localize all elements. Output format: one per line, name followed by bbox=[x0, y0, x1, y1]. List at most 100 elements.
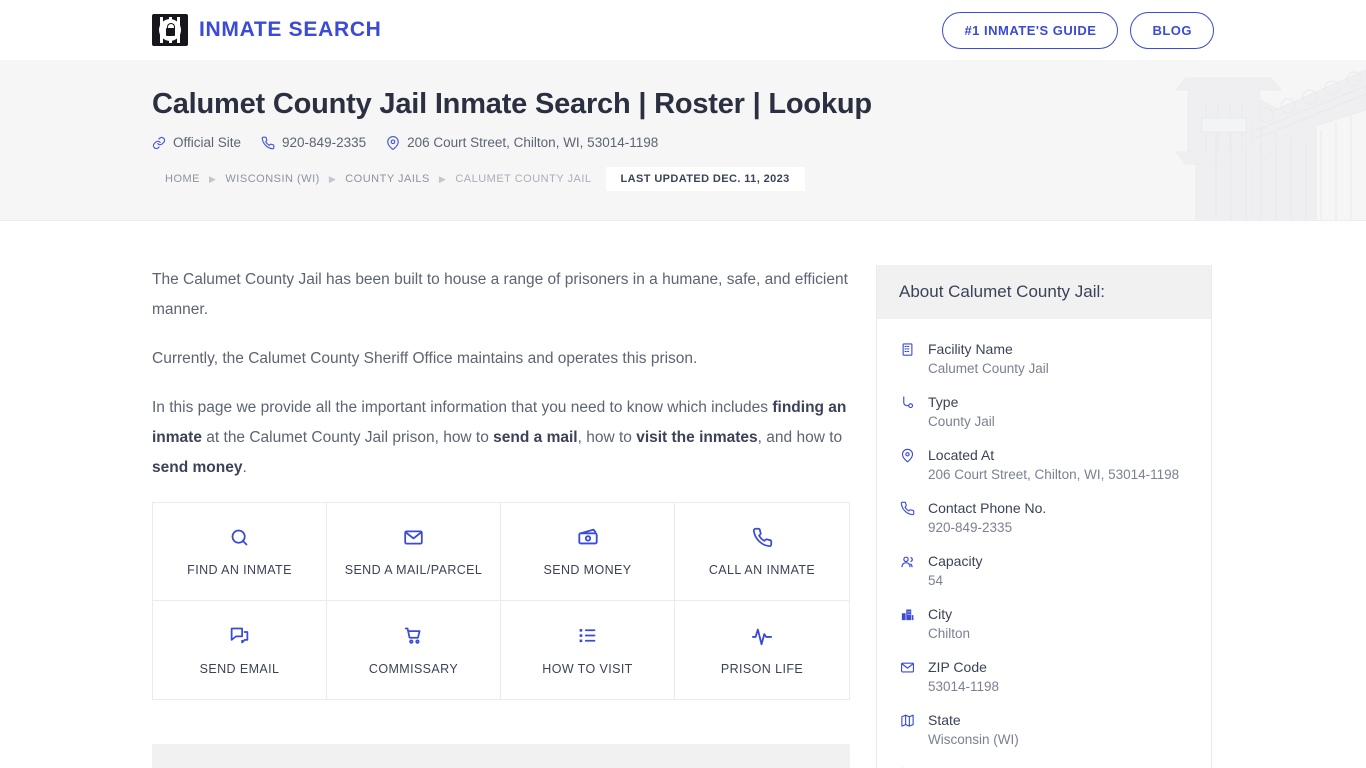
info-item-city: City Chilton bbox=[899, 598, 1189, 651]
tile-label: HOW TO VISIT bbox=[542, 661, 633, 676]
tile-label: SEND EMAIL bbox=[199, 661, 280, 676]
info-label: Contact Phone No. bbox=[928, 500, 1047, 516]
tile-find-an-inmate[interactable]: FIND AN INMATE bbox=[153, 503, 327, 601]
para3-part1: In this page we provide all the importan… bbox=[152, 399, 773, 416]
info-label: Located At bbox=[928, 447, 995, 463]
node-type-icon bbox=[899, 395, 916, 432]
info-item-contact-phone: Contact Phone No. 920-849-2335 bbox=[899, 492, 1189, 545]
para3-bold-visit-inmates: visit the inmates bbox=[636, 429, 758, 446]
breadcrumb: HOME ▶ WISCONSIN (WI) ▶ COUNTY JAILS ▶ C… bbox=[152, 167, 805, 192]
address-text: 206 Court Street, Chilton, WI, 53014-119… bbox=[407, 135, 659, 151]
tile-send-a-mail-parcel[interactable]: SEND A MAIL/PARCEL bbox=[327, 503, 501, 601]
chevron-right-icon: ▶ bbox=[438, 173, 447, 184]
info-label: State bbox=[928, 712, 961, 728]
brand-name: INMATE SEARCH bbox=[199, 18, 382, 41]
phone-icon bbox=[261, 136, 275, 150]
hero-meta-row: Official Site 920-849-2335 206 Court Str… bbox=[152, 135, 1214, 150]
info-value: 53014-1198 bbox=[928, 679, 1000, 694]
top-navbar: INMATE SEARCH #1 INMATE'S GUIDE BLOG bbox=[0, 0, 1366, 60]
breadcrumb-item-current: CALUMET COUNTY JAIL bbox=[455, 173, 592, 186]
tile-label: SEND MONEY bbox=[543, 563, 632, 577]
shopping-cart-icon bbox=[403, 625, 424, 647]
banknote-icon bbox=[577, 526, 599, 548]
list-icon bbox=[577, 625, 598, 647]
official-site-link[interactable]: Official Site bbox=[152, 135, 241, 150]
info-item-county: County bbox=[899, 757, 1189, 768]
address-item: 206 Court Street, Chilton, WI, 53014-119… bbox=[386, 135, 658, 150]
info-value: 54 bbox=[928, 573, 944, 588]
tile-how-to-visit[interactable]: HOW TO VISIT bbox=[501, 601, 675, 699]
article-content: The Calumet County Jail has been built t… bbox=[152, 265, 850, 768]
page-title: Calumet County Jail Inmate Search | Rost… bbox=[152, 88, 872, 120]
phone-number: 920-849-2335 bbox=[282, 135, 367, 151]
tile-send-email[interactable]: SEND EMAIL bbox=[153, 601, 327, 699]
people-icon bbox=[899, 554, 916, 591]
info-value: 206 Court Street, Chilton, WI, 53014-119… bbox=[928, 467, 1180, 482]
official-site-label: Official Site bbox=[173, 135, 242, 151]
tile-label: COMMISSARY bbox=[368, 661, 459, 676]
info-item-type: Type County Jail bbox=[899, 386, 1189, 439]
info-item-located-at: Located At 206 Court Street, Chilton, WI… bbox=[899, 439, 1189, 492]
tile-label: SEND A MAIL/PARCEL bbox=[344, 563, 483, 577]
info-value: 920-849-2335 bbox=[928, 520, 1013, 535]
para3-bold-send-money: send money bbox=[152, 459, 243, 476]
envelope-icon bbox=[899, 660, 916, 697]
tile-label: PRISON LIFE bbox=[720, 661, 804, 676]
city-icon bbox=[899, 607, 916, 644]
info-item-capacity: Capacity 54 bbox=[899, 545, 1189, 598]
phone-icon bbox=[899, 501, 916, 538]
breadcrumb-item-county-jails[interactable]: COUNTY JAILS bbox=[345, 173, 430, 185]
map-pin-icon bbox=[899, 448, 916, 485]
info-item-zip-code: ZIP Code 53014-1198 bbox=[899, 651, 1189, 704]
brand-logo[interactable]: INMATE SEARCH bbox=[152, 14, 382, 46]
tile-label: CALL AN INMATE bbox=[708, 563, 816, 577]
tile-commissary[interactable]: COMMISSARY bbox=[327, 601, 501, 699]
building-icon bbox=[899, 342, 916, 379]
about-facility-card: About Calumet County Jail: Facility Name… bbox=[876, 265, 1212, 768]
tile-call-an-inmate[interactable]: CALL AN INMATE bbox=[675, 503, 849, 601]
info-value: Wisconsin (WI) bbox=[928, 732, 1019, 747]
link-icon bbox=[152, 136, 166, 149]
info-label: Capacity bbox=[928, 553, 983, 569]
breadcrumb-item-home[interactable]: HOME bbox=[165, 173, 200, 185]
breadcrumb-item-state[interactable]: WISCONSIN (WI) bbox=[225, 173, 319, 185]
envelope-icon bbox=[403, 526, 424, 548]
last-updated-badge: LAST UPDATED DEC. 11, 2023 bbox=[605, 167, 805, 192]
info-label: ZIP Code bbox=[928, 659, 987, 675]
about-card-title: About Calumet County Jail: bbox=[877, 265, 1211, 319]
main-layout: The Calumet County Jail has been built t… bbox=[0, 221, 1366, 768]
para3-bold-send-mail: send a mail bbox=[493, 429, 578, 446]
search-icon bbox=[229, 526, 250, 548]
info-label: Facility Name bbox=[928, 341, 1013, 357]
hero-section: Calumet County Jail Inmate Search | Rost… bbox=[0, 60, 1366, 221]
tile-label: FIND AN INMATE bbox=[187, 563, 292, 577]
phone-link[interactable]: 920-849-2335 bbox=[261, 135, 366, 150]
inmates-guide-button[interactable]: #1 INMATE'S GUIDE bbox=[942, 11, 1119, 49]
map-pin-icon bbox=[387, 135, 399, 150]
about-card-body: Facility Name Calumet County Jail Type C… bbox=[877, 319, 1211, 768]
intro-paragraph-3: In this page we provide all the importan… bbox=[152, 393, 850, 483]
chat-bubbles-icon bbox=[229, 625, 250, 647]
para3-part5: . bbox=[242, 459, 247, 476]
below-grid-placeholder-block bbox=[152, 744, 850, 768]
blog-button[interactable]: BLOG bbox=[1130, 11, 1214, 49]
info-value: Chilton bbox=[928, 626, 971, 641]
pulse-icon bbox=[751, 625, 773, 647]
quick-action-grid: FIND AN INMATE SEND A MAIL/PARCEL SEND M… bbox=[152, 502, 850, 700]
map-icon bbox=[899, 713, 916, 750]
chevron-right-icon: ▶ bbox=[328, 173, 337, 184]
info-item-facility-name: Facility Name Calumet County Jail bbox=[899, 333, 1189, 386]
jail-lock-icon bbox=[152, 14, 188, 46]
info-item-state: State Wisconsin (WI) bbox=[899, 704, 1189, 757]
para3-part4: , and how to bbox=[757, 429, 843, 446]
chevron-right-icon: ▶ bbox=[209, 173, 217, 184]
tile-prison-life[interactable]: PRISON LIFE bbox=[675, 601, 849, 699]
tile-send-money[interactable]: SEND MONEY bbox=[501, 503, 675, 601]
info-value: County Jail bbox=[928, 414, 995, 429]
phone-icon bbox=[752, 526, 773, 548]
intro-paragraph-1: The Calumet County Jail has been built t… bbox=[152, 271, 848, 318]
info-value: Calumet County Jail bbox=[928, 361, 1049, 376]
intro-paragraph-2: Currently, the Calumet County Sheriff Of… bbox=[152, 350, 698, 367]
navbar-actions: #1 INMATE'S GUIDE BLOG bbox=[942, 11, 1214, 49]
info-label: City bbox=[928, 606, 953, 622]
